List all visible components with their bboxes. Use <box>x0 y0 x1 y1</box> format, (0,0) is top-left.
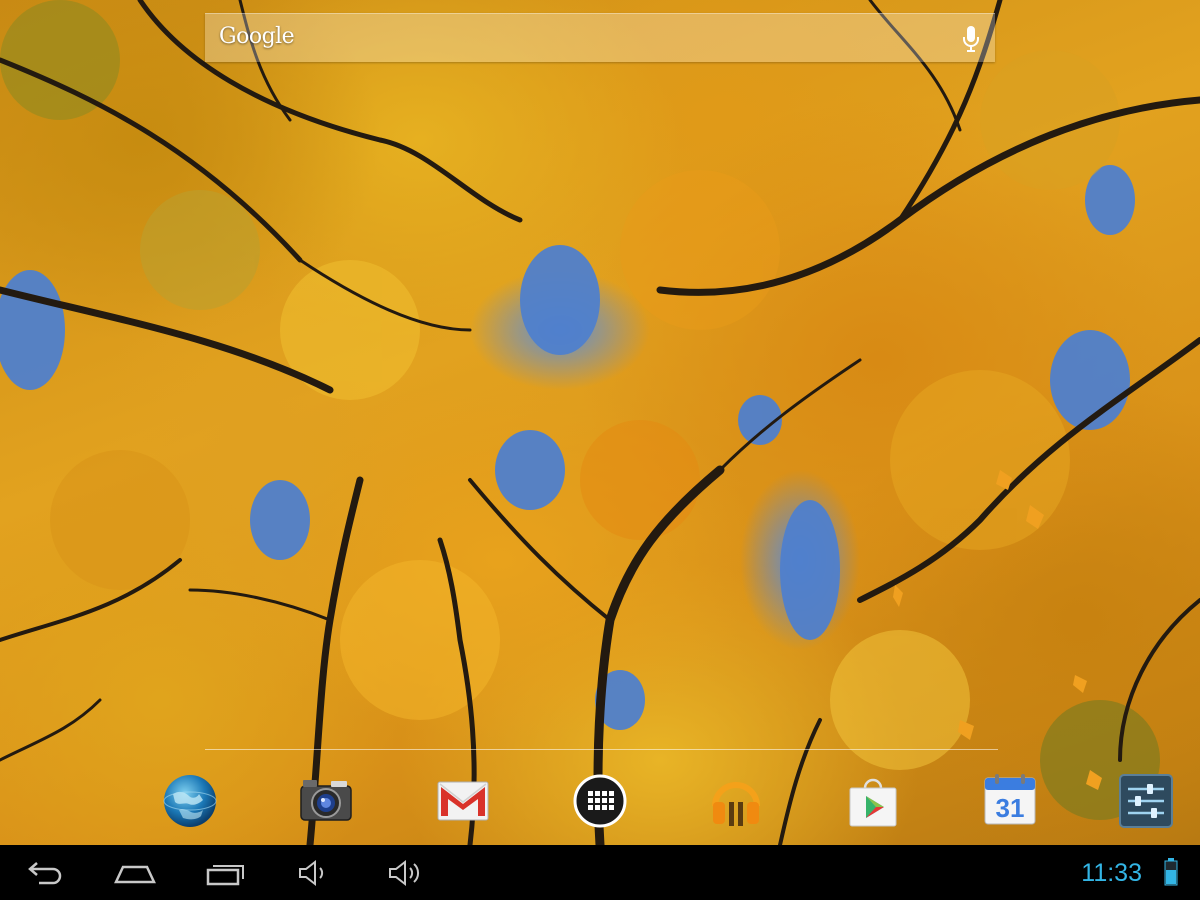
status-clock[interactable]: 11:33 <box>1081 859 1142 888</box>
battery-icon[interactable] <box>1164 858 1178 886</box>
dock-divider <box>205 749 998 750</box>
recent-apps-icon <box>206 865 244 886</box>
camera-icon[interactable] <box>297 772 355 830</box>
wallpaper <box>0 0 1200 845</box>
calendar-icon[interactable]: 31 <box>981 772 1039 830</box>
settings-icon[interactable] <box>1117 772 1175 830</box>
navigation-bar: 11:33 <box>0 845 1200 900</box>
home-icon <box>114 865 156 884</box>
google-logo[interactable]: Google <box>219 24 295 49</box>
recent-apps-button[interactable] <box>203 858 247 888</box>
calendar-day-number: 31 <box>996 793 1025 823</box>
volume-up-icon <box>389 859 420 887</box>
gmail-icon[interactable] <box>434 772 492 830</box>
home-button[interactable] <box>113 858 157 888</box>
microphone-icon[interactable] <box>961 25 981 53</box>
wallpaper-branches <box>0 0 1200 845</box>
back-button[interactable] <box>23 858 67 888</box>
all-apps-icon[interactable] <box>571 772 629 830</box>
play-music-icon[interactable] <box>707 772 765 830</box>
browser-globe-icon[interactable] <box>161 772 219 830</box>
volume-down-button[interactable] <box>293 858 337 888</box>
volume-up-button[interactable] <box>383 858 427 888</box>
back-icon <box>28 862 62 885</box>
volume-down-icon <box>299 859 324 887</box>
play-store-icon[interactable] <box>844 772 902 830</box>
google-search-bar[interactable]: Google <box>205 13 995 62</box>
